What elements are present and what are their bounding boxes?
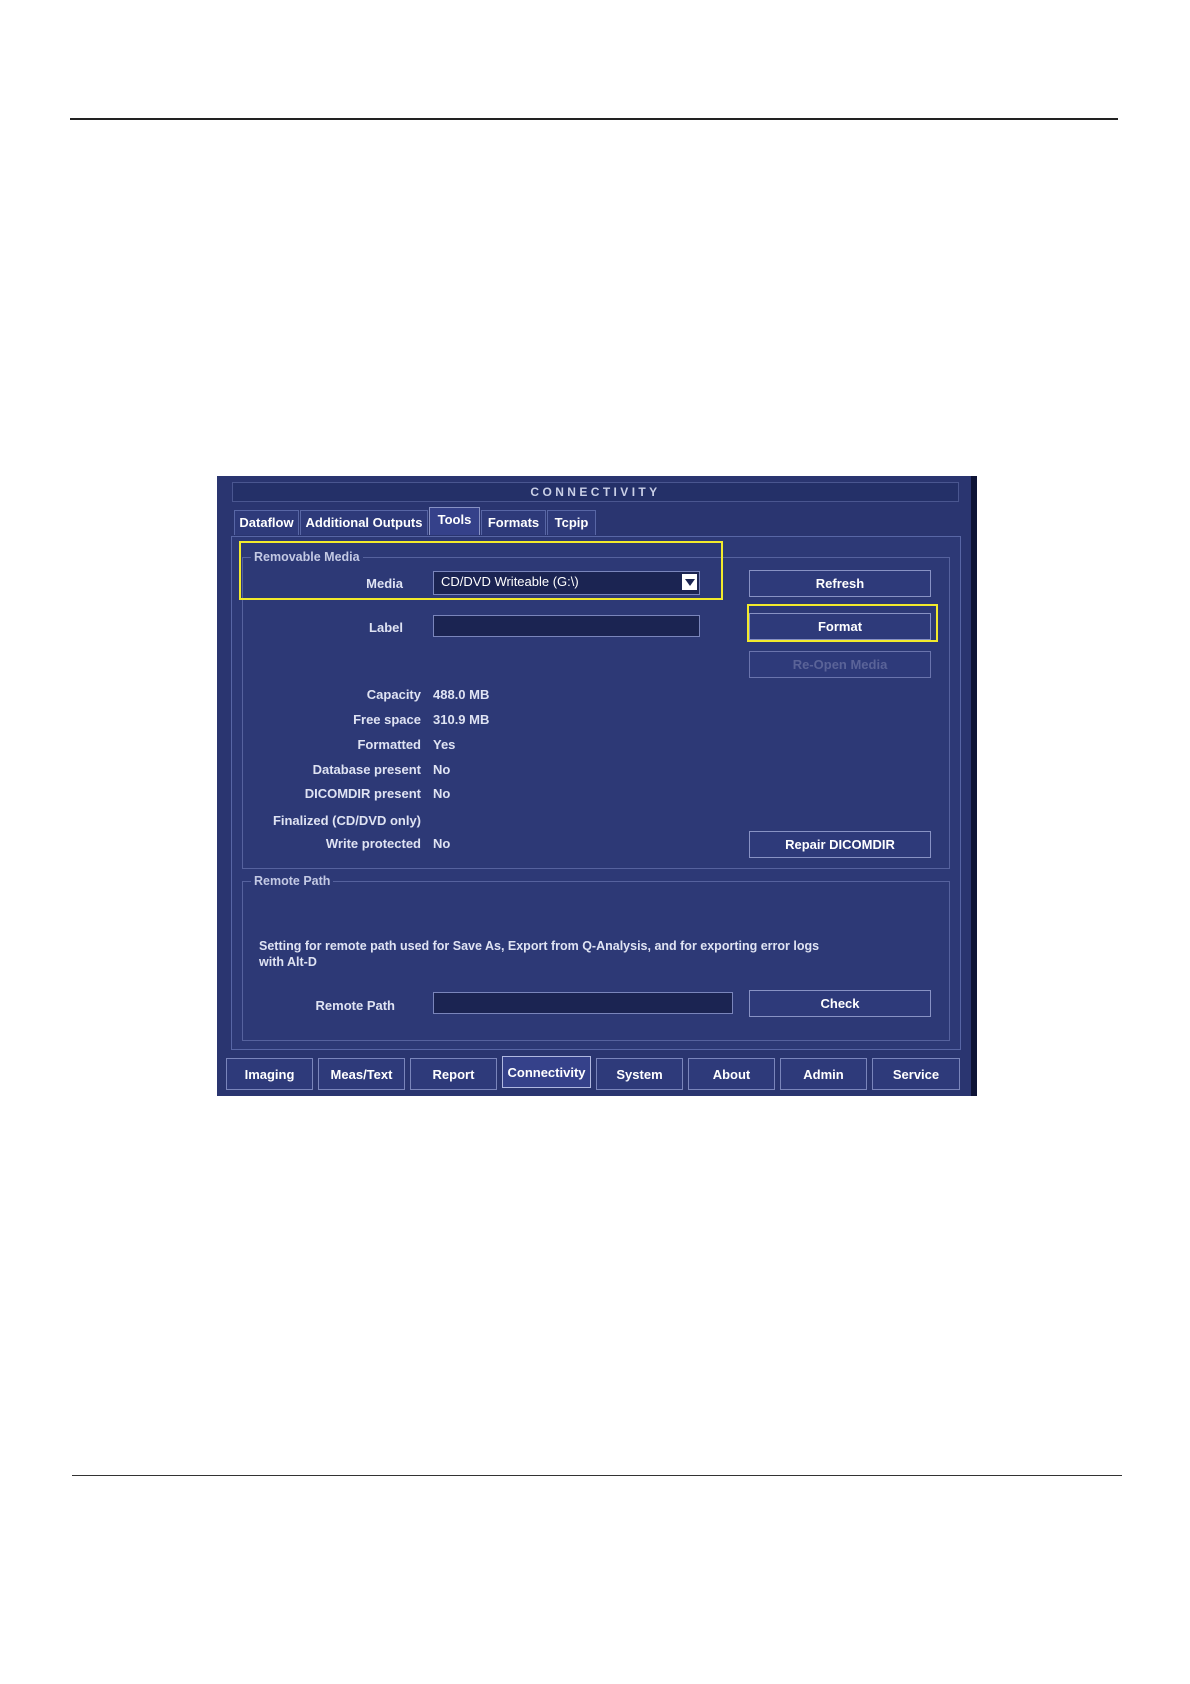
tab-dataflow[interactable]: Dataflow [234,510,299,535]
capacity-label: Capacity [366,687,421,702]
database-present-label: Database present [312,762,421,777]
refresh-button[interactable]: Refresh [749,570,931,597]
dicomdir-present-value: No [433,786,451,801]
tab-meas-text[interactable]: Meas/Text [318,1058,405,1090]
reopen-media-button[interactable]: Re-Open Media [749,651,931,678]
database-present-value: No [433,762,451,777]
tab-about[interactable]: About [688,1058,775,1090]
media-highlight-box [239,541,723,600]
formatted-label: Formatted [357,737,421,752]
remote-path-description-line1: Setting for remote path used for Save As… [259,939,820,953]
tab-imaging[interactable]: Imaging [226,1058,313,1090]
formatted-value: Yes [433,737,456,752]
label-input[interactable] [433,615,700,637]
tab-connectivity[interactable]: Connectivity [502,1056,591,1088]
remote-path-input[interactable] [433,992,733,1014]
remote-path-group: Remote Path Setting for remote path used… [242,874,950,1041]
format-highlight-box [747,604,938,642]
free-space-value: 310.9 MB [433,712,490,727]
remote-path-description: Setting for remote path used for Save As… [259,938,939,970]
remote-path-description-line2: with Alt-D [259,955,317,969]
tab-admin[interactable]: Admin [780,1058,867,1090]
page-footer-rule [72,1475,1122,1476]
check-button[interactable]: Check [749,990,931,1017]
tab-system[interactable]: System [596,1058,683,1090]
write-protected-label: Write protected [325,836,421,851]
free-space-label: Free space [353,712,421,727]
remote-path-legend: Remote Path [251,874,334,888]
tab-report[interactable]: Report [410,1058,497,1090]
dicomdir-present-label: DICOMDIR present [304,786,421,801]
window-edge [971,476,977,1096]
label-field-label: Label [369,620,403,635]
connectivity-window: CONNECTIVITY Dataflow Additional Outputs… [217,476,977,1096]
repair-dicomdir-button[interactable]: Repair DICOMDIR [749,831,931,858]
window-title: CONNECTIVITY [232,482,959,502]
finalized-label: Finalized (CD/DVD only) [272,813,421,828]
tab-service[interactable]: Service [872,1058,960,1090]
tab-tools[interactable]: Tools [429,507,480,535]
page-header-rule [70,118,1118,120]
write-protected-value: No [433,836,451,851]
tab-tcpip[interactable]: Tcpip [547,510,596,535]
remote-path-label: Remote Path [315,998,395,1013]
capacity-value: 488.0 MB [433,687,490,702]
tab-formats[interactable]: Formats [481,510,546,535]
tab-additional-outputs[interactable]: Additional Outputs [300,510,428,535]
